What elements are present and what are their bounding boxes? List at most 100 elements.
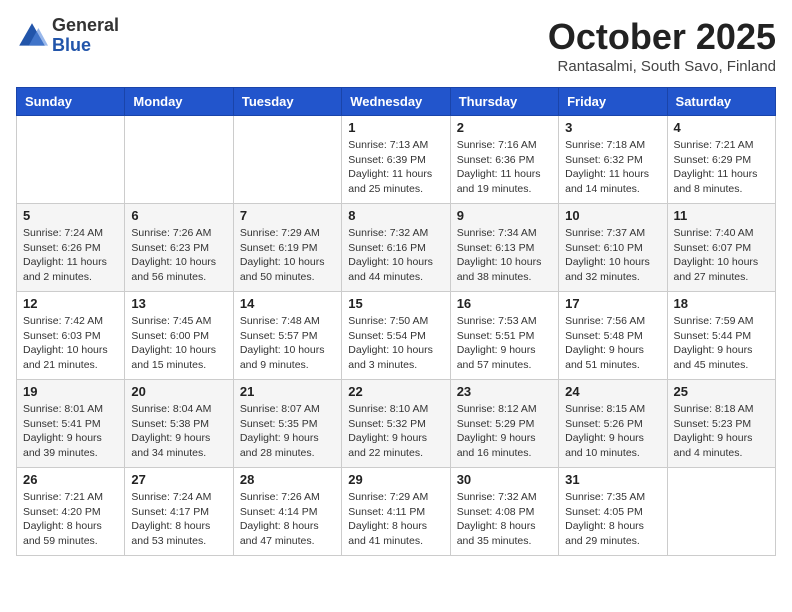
day-number: 30: [457, 472, 552, 487]
day-number: 13: [131, 296, 226, 311]
day-number: 25: [674, 384, 769, 399]
calendar-cell: 8Sunrise: 7:32 AM Sunset: 6:16 PM Daylig…: [342, 204, 450, 292]
day-number: 26: [23, 472, 118, 487]
day-number: 6: [131, 208, 226, 223]
day-info: Sunrise: 7:45 AM Sunset: 6:00 PM Dayligh…: [131, 314, 226, 373]
day-info: Sunrise: 7:56 AM Sunset: 5:48 PM Dayligh…: [565, 314, 660, 373]
calendar-cell: [233, 116, 341, 204]
day-info: Sunrise: 7:21 AM Sunset: 6:29 PM Dayligh…: [674, 138, 769, 197]
day-info: Sunrise: 7:18 AM Sunset: 6:32 PM Dayligh…: [565, 138, 660, 197]
logo-blue-text: Blue: [52, 36, 119, 56]
calendar-cell: [17, 116, 125, 204]
day-info: Sunrise: 7:34 AM Sunset: 6:13 PM Dayligh…: [457, 226, 552, 285]
calendar-cell: 2 Sunrise: 7:16 AM Sunset: 6:36 PM Daylig…: [450, 116, 558, 204]
day-info: Sunrise: 7:32 AM Sunset: 4:08 PM Dayligh…: [457, 490, 552, 549]
calendar-week-2: 5Sunrise: 7:24 AM Sunset: 6:26 PM Daylig…: [17, 204, 776, 292]
day-number: 28: [240, 472, 335, 487]
calendar-week-4: 19Sunrise: 8:01 AM Sunset: 5:41 PM Dayli…: [17, 380, 776, 468]
day-info: Sunrise: 8:18 AM Sunset: 5:23 PM Dayligh…: [674, 402, 769, 461]
day-number: 16: [457, 296, 552, 311]
title-area: October 2025 Rantasalmi, South Savo, Fin…: [548, 16, 776, 75]
day-number: 9: [457, 208, 552, 223]
day-info: Sunrise: 7:24 AM Sunset: 6:26 PM Dayligh…: [23, 226, 118, 285]
calendar-header-row: SundayMondayTuesdayWednesdayThursdayFrid…: [17, 88, 776, 116]
day-info: Sunrise: 8:10 AM Sunset: 5:32 PM Dayligh…: [348, 402, 443, 461]
day-info: Sunrise: 7:37 AM Sunset: 6:10 PM Dayligh…: [565, 226, 660, 285]
day-number: 10: [565, 208, 660, 223]
day-number: 27: [131, 472, 226, 487]
day-number: 21: [240, 384, 335, 399]
calendar-cell: 31 Sunrise: 7:35 AM Sunset: 4:05 PM Dayli…: [559, 468, 667, 556]
calendar-header-monday: Monday: [125, 88, 233, 116]
calendar-cell: 25 Sunrise: 8:18 AM Sunset: 5:23 PM Dayli…: [667, 380, 775, 468]
calendar-cell: 5Sunrise: 7:24 AM Sunset: 6:26 PM Daylig…: [17, 204, 125, 292]
day-number: 20: [131, 384, 226, 399]
calendar-table: SundayMondayTuesdayWednesdayThursdayFrid…: [16, 87, 776, 556]
calendar-header-sunday: Sunday: [17, 88, 125, 116]
day-number: 2: [457, 120, 552, 135]
calendar-cell: 27 Sunrise: 7:24 AM Sunset: 4:17 PM Dayli…: [125, 468, 233, 556]
day-number: 31: [565, 472, 660, 487]
calendar-cell: 24 Sunrise: 8:15 AM Sunset: 5:26 PM Dayli…: [559, 380, 667, 468]
day-number: 12: [23, 296, 118, 311]
day-number: 22: [348, 384, 443, 399]
calendar-header-saturday: Saturday: [667, 88, 775, 116]
day-info: Sunrise: 7:24 AM Sunset: 4:17 PM Dayligh…: [131, 490, 226, 549]
calendar-header-wednesday: Wednesday: [342, 88, 450, 116]
calendar-cell: 7 Sunrise: 7:29 AM Sunset: 6:19 PM Daylig…: [233, 204, 341, 292]
day-info: Sunrise: 7:35 AM Sunset: 4:05 PM Dayligh…: [565, 490, 660, 549]
day-info: Sunrise: 8:12 AM Sunset: 5:29 PM Dayligh…: [457, 402, 552, 461]
calendar-cell: 6Sunrise: 7:26 AM Sunset: 6:23 PM Daylig…: [125, 204, 233, 292]
month-title: October 2025: [548, 16, 776, 58]
calendar-header-friday: Friday: [559, 88, 667, 116]
day-number: 3: [565, 120, 660, 135]
day-info: Sunrise: 7:29 AM Sunset: 6:19 PM Dayligh…: [240, 226, 335, 285]
calendar-cell: 14 Sunrise: 7:48 AM Sunset: 5:57 PM Dayli…: [233, 292, 341, 380]
day-info: Sunrise: 8:04 AM Sunset: 5:38 PM Dayligh…: [131, 402, 226, 461]
calendar-cell: 15Sunrise: 7:50 AM Sunset: 5:54 PM Dayli…: [342, 292, 450, 380]
day-info: Sunrise: 7:50 AM Sunset: 5:54 PM Dayligh…: [348, 314, 443, 373]
calendar-cell: 11 Sunrise: 7:40 AM Sunset: 6:07 PM Dayli…: [667, 204, 775, 292]
day-info: Sunrise: 7:26 AM Sunset: 4:14 PM Dayligh…: [240, 490, 335, 549]
calendar-week-1: 1 Sunrise: 7:13 AM Sunset: 6:39 PM Daylig…: [17, 116, 776, 204]
calendar-cell: 19Sunrise: 8:01 AM Sunset: 5:41 PM Dayli…: [17, 380, 125, 468]
day-info: Sunrise: 7:21 AM Sunset: 4:20 PM Dayligh…: [23, 490, 118, 549]
day-info: Sunrise: 8:15 AM Sunset: 5:26 PM Dayligh…: [565, 402, 660, 461]
day-info: Sunrise: 7:42 AM Sunset: 6:03 PM Dayligh…: [23, 314, 118, 373]
day-info: Sunrise: 7:13 AM Sunset: 6:39 PM Dayligh…: [348, 138, 443, 197]
calendar-cell: 21 Sunrise: 8:07 AM Sunset: 5:35 PM Dayli…: [233, 380, 341, 468]
logo-general-text: General: [52, 16, 119, 36]
day-info: Sunrise: 7:40 AM Sunset: 6:07 PM Dayligh…: [674, 226, 769, 285]
calendar-header-thursday: Thursday: [450, 88, 558, 116]
calendar-cell: 28 Sunrise: 7:26 AM Sunset: 4:14 PM Dayli…: [233, 468, 341, 556]
day-info: Sunrise: 7:29 AM Sunset: 4:11 PM Dayligh…: [348, 490, 443, 549]
day-number: 1: [348, 120, 443, 135]
location-subtitle: Rantasalmi, South Savo, Finland: [548, 58, 776, 75]
calendar-cell: 23Sunrise: 8:12 AM Sunset: 5:29 PM Dayli…: [450, 380, 558, 468]
calendar-cell: 12 Sunrise: 7:42 AM Sunset: 6:03 PM Dayli…: [17, 292, 125, 380]
calendar-cell: 1 Sunrise: 7:13 AM Sunset: 6:39 PM Daylig…: [342, 116, 450, 204]
calendar-cell: 22 Sunrise: 8:10 AM Sunset: 5:32 PM Dayli…: [342, 380, 450, 468]
calendar-cell: 30 Sunrise: 7:32 AM Sunset: 4:08 PM Dayli…: [450, 468, 558, 556]
day-number: 14: [240, 296, 335, 311]
day-info: Sunrise: 7:16 AM Sunset: 6:36 PM Dayligh…: [457, 138, 552, 197]
day-number: 17: [565, 296, 660, 311]
day-number: 18: [674, 296, 769, 311]
calendar-cell: [125, 116, 233, 204]
calendar-cell: 13 Sunrise: 7:45 AM Sunset: 6:00 PM Dayli…: [125, 292, 233, 380]
day-info: Sunrise: 8:01 AM Sunset: 5:41 PM Dayligh…: [23, 402, 118, 461]
calendar-cell: 29Sunrise: 7:29 AM Sunset: 4:11 PM Dayli…: [342, 468, 450, 556]
calendar-header-tuesday: Tuesday: [233, 88, 341, 116]
logo-icon: [16, 20, 48, 52]
calendar-cell: 9 Sunrise: 7:34 AM Sunset: 6:13 PM Daylig…: [450, 204, 558, 292]
day-number: 11: [674, 208, 769, 223]
calendar-cell: 26 Sunrise: 7:21 AM Sunset: 4:20 PM Dayli…: [17, 468, 125, 556]
calendar-cell: 17 Sunrise: 7:56 AM Sunset: 5:48 PM Dayli…: [559, 292, 667, 380]
day-info: Sunrise: 7:48 AM Sunset: 5:57 PM Dayligh…: [240, 314, 335, 373]
calendar-cell: 4Sunrise: 7:21 AM Sunset: 6:29 PM Daylig…: [667, 116, 775, 204]
day-info: Sunrise: 8:07 AM Sunset: 5:35 PM Dayligh…: [240, 402, 335, 461]
day-info: Sunrise: 7:32 AM Sunset: 6:16 PM Dayligh…: [348, 226, 443, 285]
day-number: 24: [565, 384, 660, 399]
day-number: 7: [240, 208, 335, 223]
logo: General Blue: [16, 16, 119, 56]
